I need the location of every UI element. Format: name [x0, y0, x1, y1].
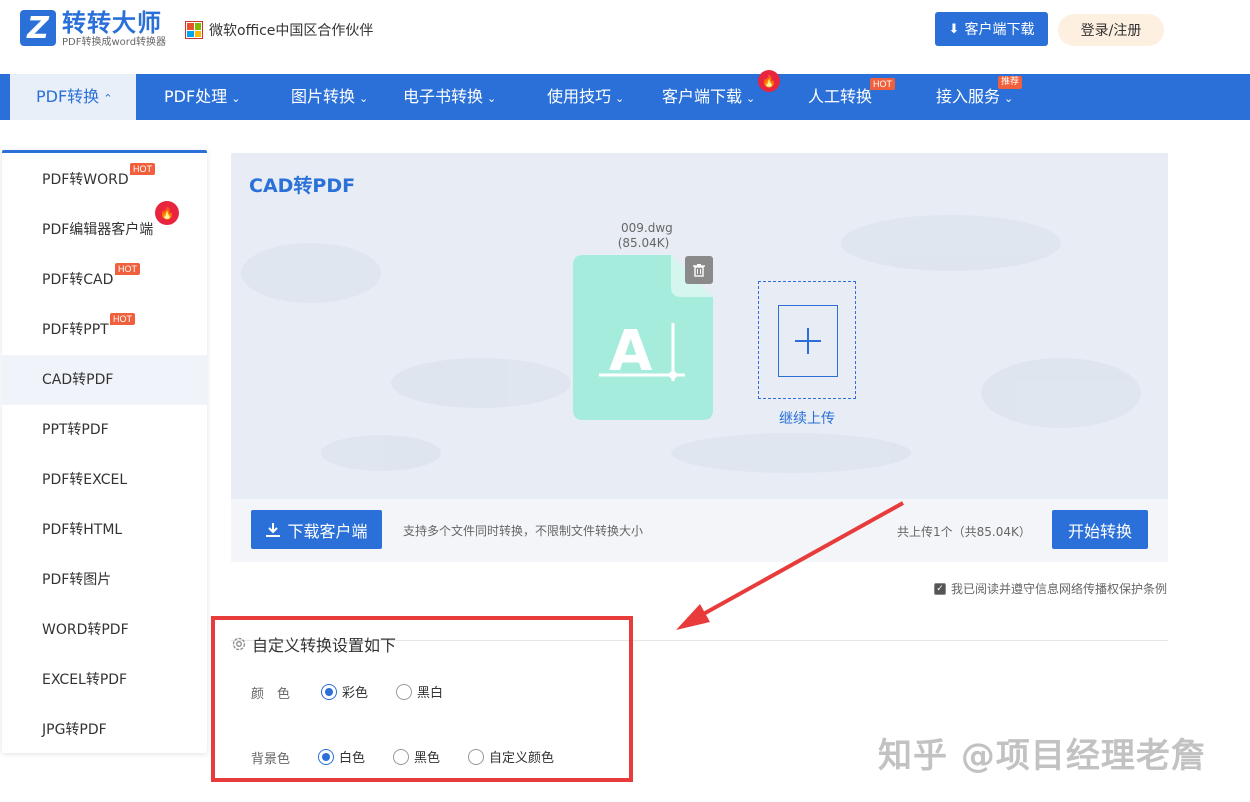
sidebar-item-label: PDF转PPT	[42, 322, 109, 338]
nav-label: 接入服务	[936, 87, 1001, 106]
nav-label: 使用技巧	[547, 87, 612, 106]
logo-subtitle: PDF转换成word转换器	[62, 37, 167, 48]
nav-label: 电子书转换	[403, 87, 484, 106]
nav-item-manual-convert[interactable]: 人工转换	[808, 74, 872, 120]
sidebar-item-label: PDF编辑器客户端	[42, 222, 154, 238]
fire-icon: 🔥	[155, 201, 179, 225]
logo-icon: Z	[20, 10, 56, 46]
agreement-text: 我已阅读并遵守信息网络传播权保护条例	[951, 582, 1168, 596]
support-text: 支持多个文件同时转换，不限制文件转换大小	[403, 524, 644, 538]
sidebar-item-pdf-to-cad[interactable]: PDF转CAD	[2, 255, 207, 305]
fire-icon: 🔥	[758, 70, 780, 92]
start-convert-button[interactable]: 开始转换	[1052, 510, 1148, 549]
upload-count: 共上传1个（共85.04K）	[897, 525, 1031, 539]
sidebar-item-pdf-to-image[interactable]: PDF转图片	[2, 555, 207, 605]
sidebar-item-ppt-to-pdf[interactable]: PPT转PDF	[2, 405, 207, 455]
nav-item-pdf-convert[interactable]: PDF转换 ⌃	[10, 74, 136, 120]
watermark: 知乎 @项目经理老詹	[878, 736, 1206, 776]
download-icon: ⬇	[948, 21, 960, 37]
trash-icon	[693, 264, 705, 277]
continue-upload-dropzone[interactable]	[758, 281, 856, 399]
add-file-button[interactable]	[778, 305, 838, 377]
chevron-down-icon: ⌄	[746, 92, 756, 105]
nav-item-tips[interactable]: 使用技巧 ⌄	[547, 74, 624, 120]
recommend-badge: 推荐	[998, 76, 1023, 89]
sidebar-item-label: PDF转图片	[42, 572, 112, 588]
nav-label: 人工转换	[808, 87, 873, 106]
chevron-down-icon: ⌄	[615, 92, 625, 105]
download-icon	[266, 522, 281, 537]
sidebar-item-jpg-to-pdf[interactable]: JPG转PDF	[2, 705, 207, 755]
nav-item-client-download[interactable]: 客户端下载 ⌄	[662, 74, 755, 120]
nav-label: 图片转换	[291, 87, 356, 106]
file-size: (85.04K)	[617, 236, 670, 250]
nav-item-image-convert[interactable]: 图片转换 ⌄	[291, 74, 368, 120]
sidebar-item-pdf-to-word[interactable]: PDF转WORD	[2, 155, 207, 205]
chevron-down-icon: ⌄	[1004, 92, 1014, 105]
action-bar: 下载客户端 支持多个文件同时转换，不限制文件转换大小 共上传1个（共85.04K…	[231, 499, 1168, 562]
sidebar-item-pdf-to-ppt[interactable]: PDF转PPT	[2, 305, 207, 355]
sidebar-item-label: PDF转HTML	[42, 522, 123, 538]
nav-label: PDF转换	[36, 87, 100, 106]
sidebar-item-label: PDF转CAD	[42, 272, 114, 288]
header: Z 转转大师 PDF转换成word转换器 微软office中国区合作伙伴 ⬇ 客…	[0, 0, 1250, 74]
hot-badge: HOT	[115, 263, 140, 275]
sidebar-item-cad-to-pdf[interactable]: CAD转PDF	[2, 355, 207, 405]
partner-badge: 微软office中国区合作伙伴	[185, 20, 373, 40]
annotation-highlight-box	[211, 616, 633, 782]
upload-panel: CAD转PDF 009.dwg (85.04K) A 继续上传	[231, 153, 1168, 499]
sidebar-item-pdf-to-html[interactable]: PDF转HTML	[2, 505, 207, 555]
nav-label: PDF处理	[164, 87, 228, 106]
sidebar-item-label: PPT转PDF	[42, 422, 109, 438]
sidebar-item-pdf-to-excel[interactable]: PDF转EXCEL	[2, 455, 207, 505]
sidebar-item-label: PDF转EXCEL	[42, 472, 128, 488]
login-register-button[interactable]: 登录/注册	[1058, 14, 1164, 46]
sidebar-item-excel-to-pdf[interactable]: EXCEL转PDF	[2, 655, 207, 705]
chevron-down-icon: ⌄	[231, 92, 241, 105]
hot-badge: HOT	[130, 163, 155, 175]
sidebar-item-label: WORD转PDF	[42, 622, 129, 638]
nav-item-ebook-convert[interactable]: 电子书转换 ⌄	[403, 74, 496, 120]
partner-text: 微软office中国区合作伙伴	[209, 23, 374, 39]
chevron-up-icon: ⌃	[103, 92, 113, 105]
agreement[interactable]: ✓ 我已阅读并遵守信息网络传播权保护条例	[934, 580, 1167, 597]
chevron-down-icon: ⌄	[359, 92, 369, 105]
chevron-down-icon: ⌄	[487, 92, 497, 105]
nav-item-pdf-process[interactable]: PDF处理 ⌄	[164, 74, 240, 120]
sidebar-item-word-to-pdf[interactable]: WORD转PDF	[2, 605, 207, 655]
logo[interactable]: Z 转转大师 PDF转换成word转换器	[20, 10, 166, 49]
agreement-checkbox[interactable]: ✓	[934, 582, 946, 595]
plus-icon	[795, 328, 821, 354]
logo-title: 转转大师	[62, 9, 162, 37]
download-client-button[interactable]: 下载客户端	[251, 510, 382, 549]
nav-label: 客户端下载	[662, 87, 743, 106]
header-download-button[interactable]: ⬇ 客户端下载	[935, 12, 1048, 46]
hot-badge: HOT	[110, 313, 135, 325]
file-name: 009.dwg	[621, 221, 673, 235]
sidebar-item-label: CAD转PDF	[42, 372, 114, 388]
sidebar-item-label: PDF转WORD	[42, 172, 129, 188]
sidebar-item-label: EXCEL转PDF	[42, 672, 128, 688]
sidebar: PDF转WORD HOT PDF编辑器客户端 🔥 PDF转CAD HOT PDF…	[2, 150, 207, 753]
panel-title: CAD转PDF	[249, 175, 356, 197]
microsoft-office-icon	[185, 21, 203, 39]
hot-badge: HOT	[870, 78, 895, 90]
delete-file-button[interactable]	[685, 256, 713, 284]
download-client-label: 下载客户端	[287, 521, 368, 541]
header-download-label: 客户端下载	[964, 22, 1035, 38]
main-nav: PDF转换 ⌃ PDF处理 ⌄ 图片转换 ⌄ 电子书转换 ⌄ 使用技巧 ⌄ 客户端下载 ⌄ …	[0, 70, 1250, 120]
continue-upload-label[interactable]: 继续上传	[756, 408, 858, 428]
sidebar-item-label: JPG转PDF	[42, 722, 107, 738]
